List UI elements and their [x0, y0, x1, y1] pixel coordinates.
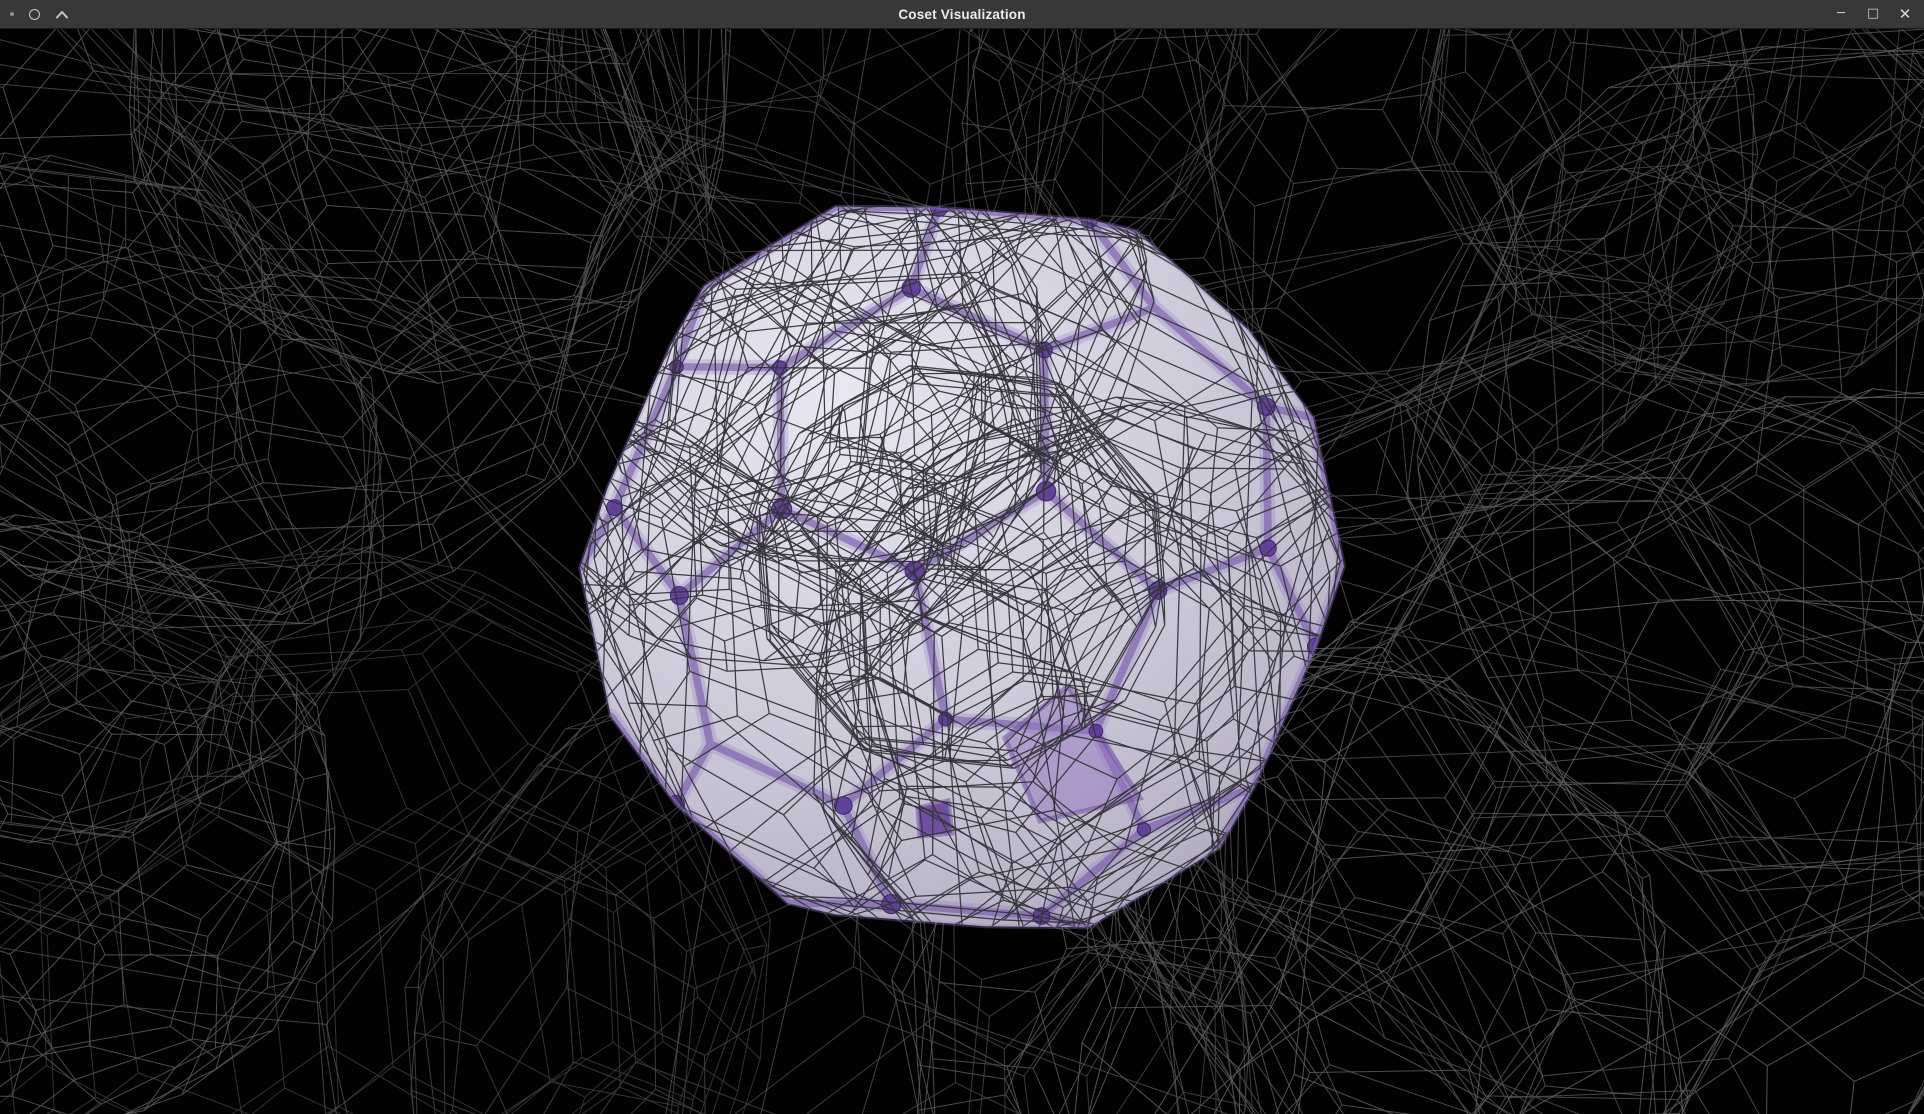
coset-3d-viewport[interactable] [0, 29, 1924, 1114]
titlebar: Coset Visualization ─ □ ✕ [0, 0, 1924, 29]
minimize-button[interactable]: ─ [1832, 0, 1850, 28]
window-title: Coset Visualization [0, 7, 1924, 22]
maximize-button[interactable]: □ [1864, 0, 1882, 28]
close-button[interactable]: ✕ [1896, 0, 1914, 28]
circle-icon[interactable] [29, 9, 40, 20]
render-area [0, 29, 1924, 1114]
app-window: Coset Visualization ─ □ ✕ [0, 0, 1924, 1114]
chevron-up-icon[interactable] [55, 10, 69, 19]
dot-icon [10, 12, 14, 16]
